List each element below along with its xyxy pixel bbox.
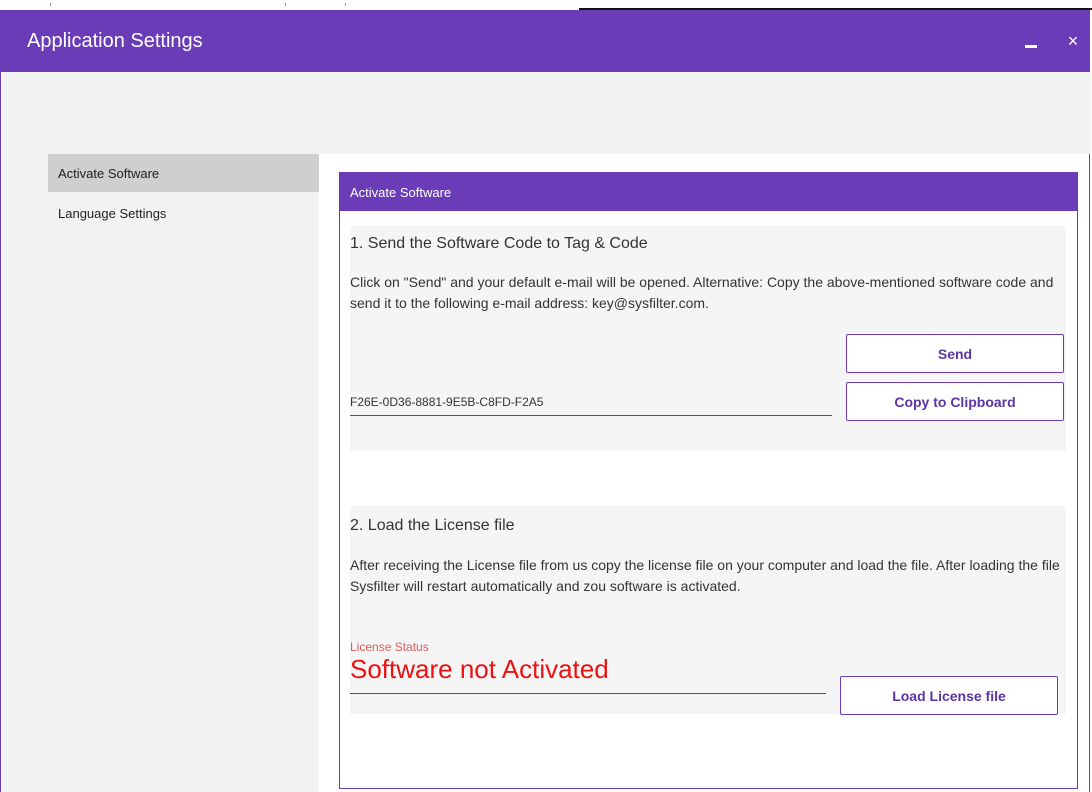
- sidebar-item-activate-software[interactable]: Activate Software: [48, 154, 319, 192]
- license-status-label: License Status: [350, 640, 429, 654]
- minimize-button[interactable]: [1017, 26, 1045, 56]
- send-button-label: Send: [937, 345, 973, 362]
- activate-panel: Activate Software 1. Send the Software C…: [339, 172, 1078, 789]
- desktop-top-strip: [0, 0, 1092, 10]
- strip-tick: [285, 3, 286, 6]
- title-bar: Application Settings ×: [1, 10, 1089, 72]
- strip-tick: [345, 3, 346, 6]
- copy-to-clipboard-button[interactable]: Copy to Clipboard: [846, 382, 1064, 421]
- sidebar-item-language-settings[interactable]: Language Settings: [48, 194, 319, 232]
- section-description: Click on "Send" and your default e-mail …: [350, 274, 1054, 311]
- section-title: 1. Send the Software Code to Tag & Code: [350, 235, 648, 252]
- load-license-button[interactable]: Load License file: [840, 676, 1058, 715]
- copy-button-label: Copy to Clipboard: [894, 393, 1016, 410]
- send-code-section: 1. Send the Software Code to Tag & Code …: [350, 226, 1066, 451]
- close-icon: ×: [1067, 30, 1079, 51]
- strip-tick: [50, 3, 51, 6]
- minimize-icon: [1025, 44, 1037, 48]
- panel-header: Activate Software: [340, 173, 1077, 211]
- license-status-value: Software not Activated: [350, 654, 826, 694]
- sidebar-item-label: Language Settings: [58, 205, 167, 221]
- sidebar: Activate Software Language Settings: [2, 72, 319, 792]
- software-code-field[interactable]: F26E-0D36-8881-9E5B-C8FD-F2A5: [350, 388, 832, 416]
- window-title: Application Settings: [27, 30, 203, 52]
- load-license-button-label: Load License file: [892, 687, 1006, 704]
- section-title: 2. Load the License file: [350, 517, 515, 534]
- sidebar-item-label: Activate Software: [58, 165, 160, 181]
- section-description: After receiving the License file from us…: [350, 557, 1060, 594]
- settings-window: Application Settings × Activate Software…: [0, 10, 1091, 792]
- send-button[interactable]: Send: [846, 334, 1064, 373]
- software-code-value: F26E-0D36-8881-9E5B-C8FD-F2A5: [350, 394, 544, 409]
- load-license-section: 2. Load the License file After receiving…: [350, 506, 1066, 715]
- content-top-band: [319, 72, 1091, 154]
- close-button[interactable]: ×: [1059, 26, 1087, 56]
